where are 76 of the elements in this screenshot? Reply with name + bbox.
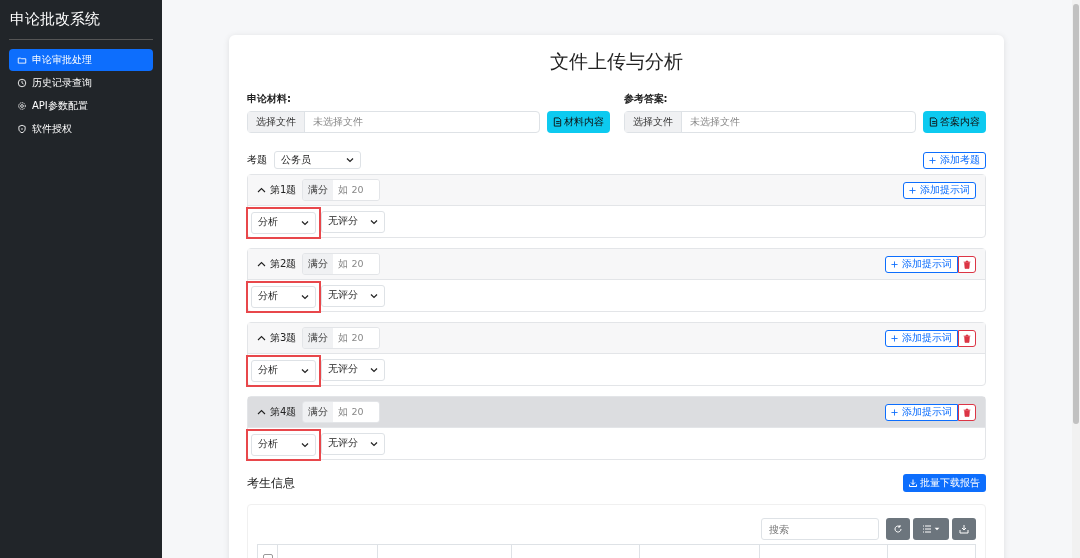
download-icon — [909, 479, 917, 487]
score-field[interactable]: 满分 如 20 — [302, 253, 381, 275]
chevron-down-icon — [301, 219, 309, 226]
gear-icon — [17, 101, 27, 111]
sidebar-item[interactable]: 历史记录查询 — [9, 72, 153, 94]
shield-icon — [17, 124, 27, 134]
app-title: 申论批改系统 — [9, 10, 153, 40]
plus-icon — [891, 408, 898, 416]
add-prompt-button[interactable]: 添加提示词 — [903, 181, 976, 199]
type-select[interactable]: 分析 — [251, 211, 316, 234]
refresh-button[interactable] — [886, 518, 910, 540]
chevron-down-icon — [346, 157, 354, 163]
delete-button[interactable] — [958, 403, 976, 421]
chevron-down-icon — [301, 367, 309, 374]
exam-select[interactable]: 公务员 — [274, 151, 361, 169]
chevron-down-icon — [370, 292, 378, 299]
chevron-down-icon — [370, 218, 378, 225]
folder-icon — [17, 55, 27, 65]
question-toggle[interactable]: 第2题 — [257, 257, 297, 271]
file-input[interactable]: 选择文件 未选择文件 — [623, 111, 916, 133]
field-label: 申论材料: — [247, 92, 292, 106]
type-select[interactable]: 分析 — [251, 359, 316, 382]
grading-select[interactable]: 无评分 — [321, 210, 385, 233]
plus-icon — [929, 156, 936, 164]
chevron-down-icon — [301, 293, 309, 300]
scrollbar[interactable] — [1072, 0, 1080, 558]
grading-select[interactable]: 无评分 — [321, 432, 385, 455]
type-select[interactable]: 分析 — [251, 433, 316, 456]
section-title: 考生信息 — [247, 474, 295, 492]
score-field[interactable]: 满分 如 20 — [302, 401, 381, 423]
plus-icon — [891, 334, 898, 342]
sidebar-item[interactable]: 软件授权 — [9, 118, 153, 140]
trash-icon — [963, 407, 971, 417]
add-prompt-button[interactable]: 添加提示词 — [885, 255, 958, 273]
grading-select[interactable]: 无评分 — [321, 284, 385, 307]
add-prompt-button[interactable]: 添加提示词 — [885, 403, 958, 421]
trash-icon — [963, 259, 971, 269]
score-field[interactable]: 满分 如 20 — [302, 327, 381, 349]
delete-button[interactable] — [958, 255, 976, 273]
add-prompt-button[interactable]: 添加提示词 — [885, 329, 958, 347]
type-select[interactable]: 分析 — [251, 285, 316, 308]
chevron-down-icon — [370, 440, 378, 447]
chevron-down-icon — [370, 366, 378, 373]
chevron-down-icon — [301, 441, 309, 448]
chevron-up-icon — [257, 187, 266, 193]
plus-icon — [909, 186, 916, 194]
question-toggle[interactable]: 第1题 — [257, 183, 297, 197]
question-toggle[interactable]: 第4题 — [257, 405, 297, 419]
add-question-button[interactable]: 添加考题 — [923, 151, 986, 169]
columns-button[interactable] — [913, 518, 949, 540]
field-label: 参考答案: — [623, 92, 669, 106]
clock-icon — [17, 78, 27, 88]
sidebar-item[interactable]: API参数配置 — [9, 95, 153, 117]
document-icon — [552, 117, 562, 127]
batch-download-button[interactable]: 批量下载报告 — [903, 474, 986, 492]
plus-icon — [891, 260, 898, 268]
export-button[interactable] — [952, 518, 976, 540]
list-icon — [922, 524, 932, 534]
score-field[interactable]: 满分 如 20 — [302, 179, 381, 201]
download-icon — [959, 524, 969, 534]
trash-icon — [963, 333, 971, 343]
content-button[interactable]: 答案内容 — [923, 111, 986, 133]
sidebar-item[interactable]: 申论审批处理 — [9, 49, 153, 71]
exam-label: 考题 — [247, 153, 267, 167]
grading-select[interactable]: 无评分 — [321, 358, 385, 381]
delete-button[interactable] — [958, 329, 976, 347]
document-icon — [929, 117, 938, 127]
refresh-icon — [893, 524, 903, 534]
content-button[interactable]: 材料内容 — [546, 111, 610, 133]
chevron-up-icon — [257, 261, 266, 267]
page-title: 文件上传与分析 — [549, 49, 684, 74]
search-field[interactable]: 搜索 — [761, 518, 879, 540]
chevron-up-icon — [257, 409, 266, 415]
file-input[interactable]: 选择文件 未选择文件 — [247, 111, 540, 133]
chevron-up-icon — [257, 335, 266, 341]
question-toggle[interactable]: 第3题 — [257, 331, 297, 345]
